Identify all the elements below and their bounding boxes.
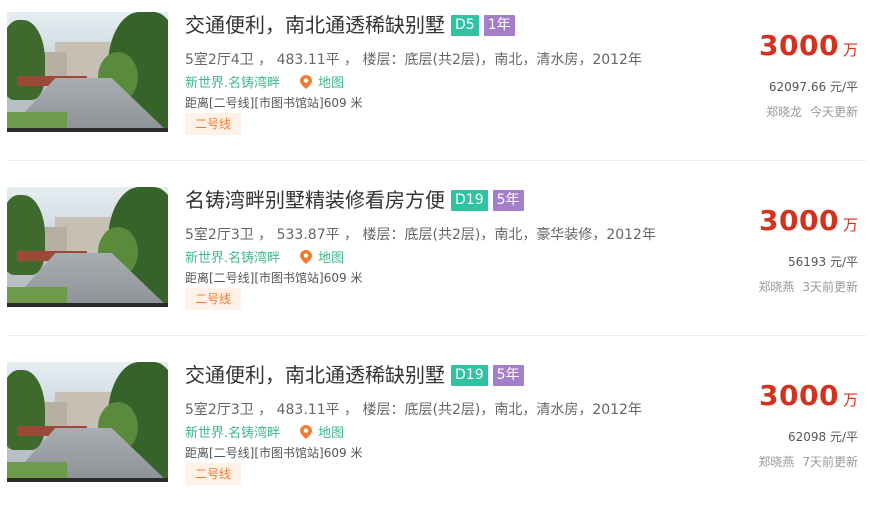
listing-title-text[interactable]: 交通便利，南北通透稀缺别墅: [185, 12, 445, 38]
community-row: 新世界.名铸湾畔 地图: [185, 247, 344, 266]
listing-title-text[interactable]: 交通便利，南北通透稀缺别墅: [185, 362, 445, 388]
price-unit: 万: [842, 391, 858, 409]
year-tag: 5年: [492, 364, 524, 386]
metro-line-tag: 二号线: [185, 463, 242, 485]
listing-divider: [8, 335, 866, 336]
listing-title[interactable]: 名铸湾畔别墅精装修看房方便 D19 5年: [185, 187, 529, 213]
map-pin-icon[interactable]: [300, 74, 313, 89]
unit-price: 62097.66 元/平: [768, 80, 858, 94]
listing-divider: [8, 160, 866, 161]
listing-card[interactable]: 交通便利，南北通透稀缺别墅 D5 1年 5室2厅4卫 ， 483.11平 ， 楼…: [0, 12, 870, 162]
agent-row: 郑晓燕 3天前更新: [758, 278, 858, 295]
year-tag: 5年: [492, 189, 524, 211]
agent-name[interactable]: 郑晓燕: [758, 455, 794, 469]
district-tag: D19: [451, 189, 488, 211]
price-unit: 万: [842, 41, 858, 59]
agent-name[interactable]: 郑晓燕: [758, 280, 794, 294]
update-time: 今天更新: [809, 105, 858, 119]
listing-photo[interactable]: [7, 362, 168, 482]
map-link[interactable]: 地图: [318, 72, 344, 91]
map-link[interactable]: 地图: [318, 422, 344, 441]
listing-title[interactable]: 交通便利，南北通透稀缺别墅 D5 1年: [185, 12, 520, 38]
listing-card[interactable]: 交通便利，南北通透稀缺别墅 D19 5年 5室2厅3卫 ， 483.11平 ， …: [0, 362, 870, 512]
agent-name[interactable]: 郑晓龙: [766, 105, 802, 119]
update-time: 7天前更新: [802, 455, 858, 469]
price-value: 3000: [759, 379, 839, 412]
metro-line-tag: 二号线: [185, 288, 242, 310]
total-price: 3000 万: [759, 379, 858, 412]
community-row: 新世界.名铸湾畔 地图: [185, 422, 344, 441]
agent-row: 郑晓龙 今天更新: [766, 103, 858, 120]
district-tag: D19: [451, 364, 488, 386]
listing-details: 5室2厅3卫 ， 483.11平 ， 楼层：底层(共2层)，南北，清水房，201…: [185, 402, 642, 418]
agent-row: 郑晓燕 7天前更新: [758, 453, 858, 470]
district-tag: D5: [451, 14, 479, 36]
price-unit: 万: [842, 216, 858, 234]
listing-title[interactable]: 交通便利，南北通透稀缺别墅 D19 5年: [185, 362, 529, 388]
map-link[interactable]: 地图: [318, 247, 344, 266]
update-time: 3天前更新: [802, 280, 858, 294]
listing-details: 5室2厅4卫 ， 483.11平 ， 楼层：底层(共2层)，南北，清水房，201…: [185, 52, 642, 68]
listing-photo[interactable]: [7, 12, 168, 132]
community-link[interactable]: 新世界.名铸湾畔: [185, 247, 280, 266]
unit-price: 62098 元/平: [787, 430, 858, 444]
listing-photo[interactable]: [7, 187, 168, 307]
metro-distance: 距离[二号线][市图书馆站]609 米: [185, 96, 363, 110]
metro-line-tag: 二号线: [185, 113, 242, 135]
price-value: 3000: [759, 29, 839, 62]
total-price: 3000 万: [759, 29, 858, 62]
listing-details: 5室2厅3卫 ， 533.87平 ， 楼层：底层(共2层)，南北，豪华装修，20…: [185, 227, 656, 243]
map-pin-icon[interactable]: [300, 249, 313, 264]
listing-card[interactable]: 名铸湾畔别墅精装修看房方便 D19 5年 5室2厅3卫 ， 533.87平 ， …: [0, 187, 870, 337]
metro-distance: 距离[二号线][市图书馆站]609 米: [185, 446, 363, 460]
total-price: 3000 万: [759, 204, 858, 237]
year-tag: 1年: [483, 14, 515, 36]
metro-distance: 距离[二号线][市图书馆站]609 米: [185, 271, 363, 285]
community-link[interactable]: 新世界.名铸湾畔: [185, 72, 280, 91]
community-link[interactable]: 新世界.名铸湾畔: [185, 422, 280, 441]
price-value: 3000: [759, 204, 839, 237]
community-row: 新世界.名铸湾畔 地图: [185, 72, 344, 91]
listing-title-text[interactable]: 名铸湾畔别墅精装修看房方便: [185, 187, 445, 213]
map-pin-icon[interactable]: [300, 424, 313, 439]
unit-price: 56193 元/平: [787, 255, 858, 269]
